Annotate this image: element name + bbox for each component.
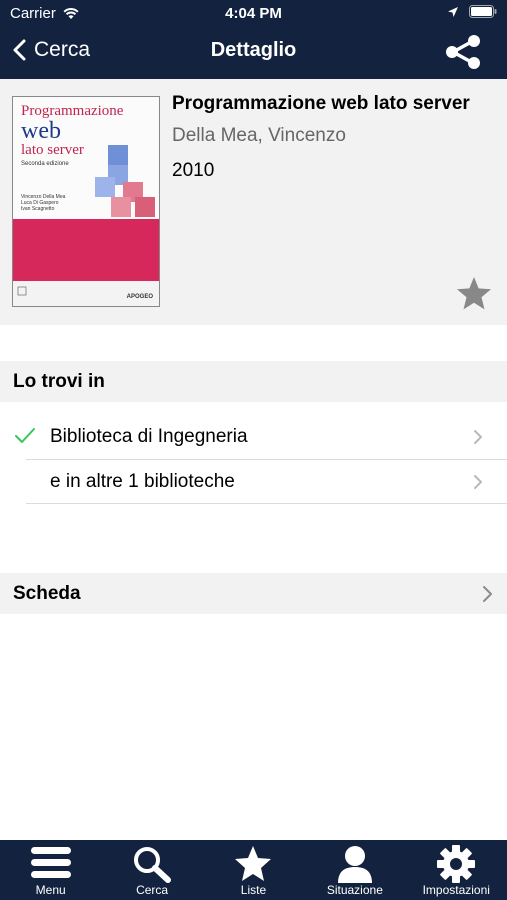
other-libraries-row[interactable]: e in altre 1 biblioteche: [0, 459, 507, 504]
chevron-left-icon: [13, 39, 26, 61]
cover-author-3: Ivan Scagnetto: [21, 206, 55, 212]
tab-situazione[interactable]: Situazione: [304, 840, 405, 900]
library-row[interactable]: Biblioteca di Ingegneria: [0, 414, 507, 459]
tab-cerca-label: Cerca: [136, 883, 169, 897]
book-year: 2010: [172, 160, 215, 181]
status-time: 4:04 PM: [225, 5, 282, 22]
scheda-row[interactable]: Scheda: [0, 573, 507, 614]
scheda-label: Scheda: [13, 583, 81, 604]
book-title: Programmazione web lato server: [172, 93, 470, 114]
book-detail-panel: Programmazione web lato server Seconda e…: [0, 79, 507, 325]
checkmark-icon: [15, 428, 35, 443]
chevron-right-icon: [474, 430, 482, 444]
library-row-label: Biblioteca di Ingegneria: [50, 426, 248, 447]
tab-situazione-label: Situazione: [326, 883, 383, 897]
gear-icon: [437, 845, 476, 883]
cover-title-line2: web: [21, 118, 61, 144]
section-header-availability: Lo trovi in: [0, 361, 507, 402]
tab-bar: Menu Cerca Liste Situazione Impostazioni: [0, 840, 507, 900]
status-indicators: [447, 5, 497, 18]
cover-title-line3: lato server: [21, 142, 84, 158]
header: Carrier 4:04 PM Cerca Dettaglio: [0, 0, 507, 79]
status-bar: Carrier 4:04 PM: [0, 0, 507, 26]
tab-menu-label: Menu: [35, 883, 66, 897]
back-button[interactable]: Cerca: [12, 38, 90, 62]
book-author: Della Mea, Vincenzo: [172, 125, 346, 146]
row-separator: [26, 503, 507, 504]
star-icon[interactable]: [455, 275, 493, 313]
tab-impostazioni[interactable]: Impostazioni: [406, 840, 507, 900]
chevron-right-icon: [474, 475, 482, 489]
nav-bar: Cerca Dettaglio: [0, 26, 507, 79]
tab-menu[interactable]: Menu: [0, 840, 101, 900]
location-icon: [448, 6, 458, 17]
cover-edition: Seconda edizione: [21, 161, 69, 167]
back-label: Cerca: [34, 38, 91, 61]
cover-publisher: APOGEO: [126, 294, 153, 300]
chevron-right-icon: [483, 586, 492, 602]
star-icon: [235, 846, 272, 881]
share-icon[interactable]: [444, 35, 482, 69]
tab-impostazioni-label: Impostazioni: [422, 883, 490, 897]
tab-cerca[interactable]: Cerca: [102, 840, 203, 900]
person-icon: [337, 846, 372, 883]
other-libraries-label: e in altre 1 biblioteche: [50, 471, 235, 492]
book-cover[interactable]: Programmazione web lato server Seconda e…: [12, 96, 160, 307]
tab-liste[interactable]: Liste: [203, 840, 304, 900]
search-icon: [134, 847, 172, 883]
menu-icon: [30, 847, 71, 878]
battery-icon: [469, 5, 497, 18]
tab-liste-label: Liste: [240, 883, 267, 897]
